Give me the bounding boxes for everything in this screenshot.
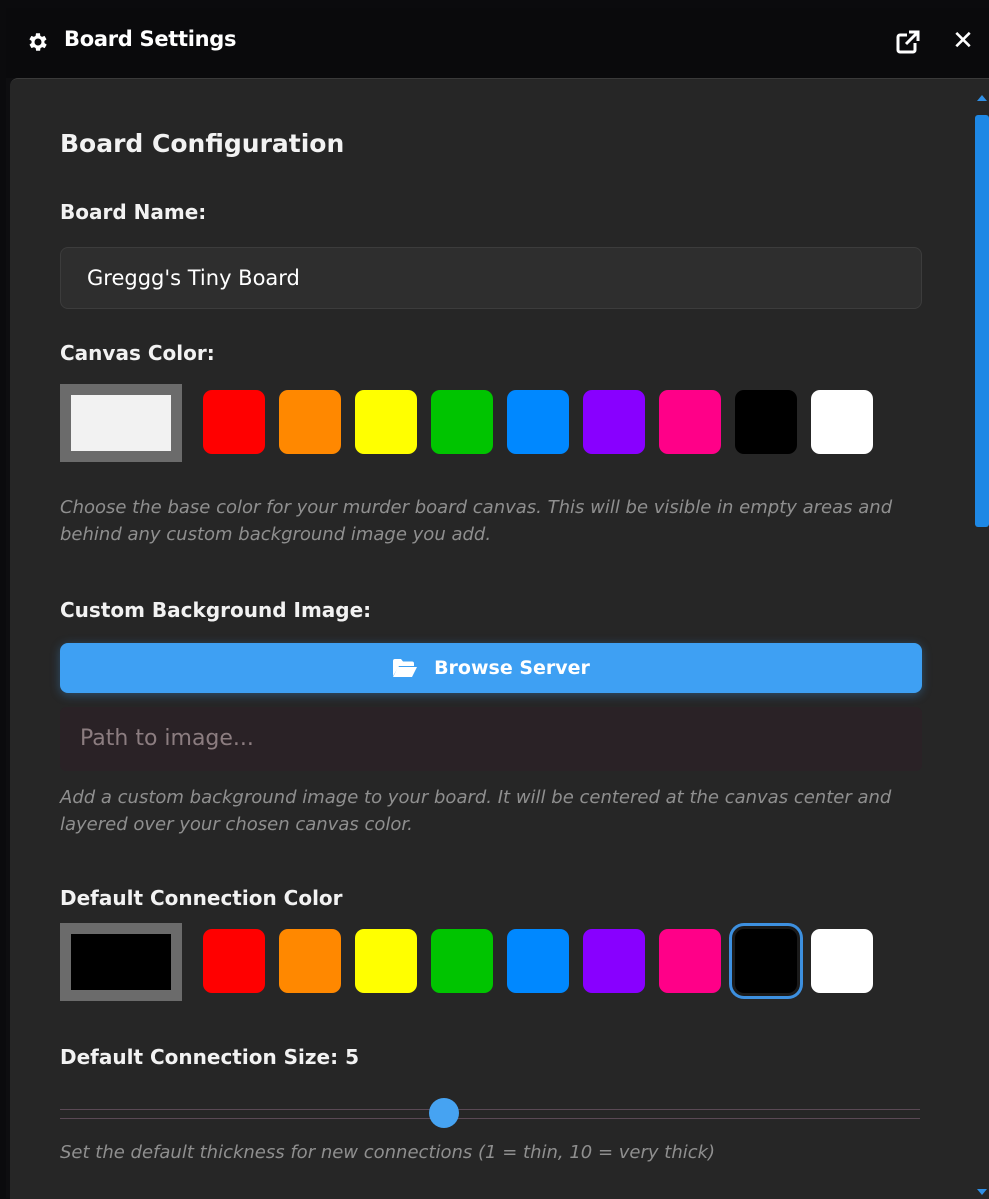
scroll-up-arrow-icon[interactable] — [977, 95, 987, 101]
title-bar: Board Settings ✕ — [6, 8, 989, 78]
canvas-color-picker — [60, 384, 930, 462]
canvas-color-swatch[interactable] — [431, 390, 493, 454]
canvas-color-swatch[interactable] — [507, 390, 569, 454]
section-heading: Board Configuration — [60, 129, 345, 158]
connection-color-swatch[interactable] — [659, 929, 721, 993]
image-path-input[interactable]: Path to image... — [60, 707, 922, 771]
gear-icon — [29, 33, 47, 51]
canvas-color-hint: Choose the base color for your murder bo… — [60, 497, 893, 545]
scrollbar-thumb[interactable] — [975, 115, 989, 527]
connection-size-label: Default Connection Size: 5 — [60, 1045, 359, 1069]
slider-rail — [60, 1109, 920, 1119]
connection-color-swatch[interactable] — [431, 929, 493, 993]
connection-color-swatch[interactable] — [583, 929, 645, 993]
close-icon[interactable]: ✕ — [952, 28, 974, 54]
board-name-input[interactable]: Greggg's Tiny Board — [60, 247, 922, 309]
browse-server-label: Browse Server — [434, 657, 590, 679]
settings-panel: Board Configuration Board Name: Greggg's… — [10, 78, 989, 1199]
connection-color-swatch[interactable] — [811, 929, 873, 993]
canvas-color-swatch[interactable] — [355, 390, 417, 454]
canvas-color-swatch[interactable] — [811, 390, 873, 454]
connection-color-swatch[interactable] — [355, 929, 417, 993]
background-image-label: Custom Background Image: — [60, 598, 372, 622]
window-title: Board Settings — [64, 27, 237, 51]
scroll-down-arrow-icon[interactable] — [977, 1189, 987, 1195]
canvas-color-swatch[interactable] — [203, 390, 265, 454]
external-link-icon[interactable] — [895, 29, 921, 55]
slider-thumb[interactable] — [428, 1098, 459, 1128]
connection-color-current — [71, 934, 171, 990]
settings-content: Board Configuration Board Name: Greggg's… — [10, 79, 970, 1199]
canvas-color-swatch[interactable] — [583, 390, 645, 454]
browse-server-button[interactable]: Browse Server — [60, 643, 922, 693]
canvas-color-preview — [60, 384, 182, 462]
board-name-label: Board Name: — [60, 200, 207, 224]
connection-color-swatch[interactable] — [735, 929, 797, 993]
connection-color-swatch[interactable] — [279, 929, 341, 993]
canvas-color-current — [71, 395, 171, 451]
connection-color-preview — [60, 923, 182, 1001]
scrollbar[interactable] — [973, 79, 989, 1199]
connection-color-picker — [60, 923, 930, 1001]
canvas-color-swatch[interactable] — [735, 390, 797, 454]
connection-size-hint: Set the default thickness for new connec… — [60, 1142, 716, 1163]
board-settings-window: Board Settings ✕ Board Configuration Boa… — [6, 8, 989, 1199]
connection-size-slider[interactable] — [60, 1098, 920, 1128]
canvas-color-label: Canvas Color: — [60, 341, 215, 365]
canvas-color-swatch[interactable] — [659, 390, 721, 454]
connection-color-swatch[interactable] — [507, 929, 569, 993]
background-image-hint: Add a custom background image to your bo… — [60, 787, 892, 835]
canvas-color-swatch[interactable] — [279, 390, 341, 454]
connection-color-label: Default Connection Color — [60, 886, 343, 910]
folder-open-icon — [393, 659, 418, 677]
connection-color-swatch[interactable] — [203, 929, 265, 993]
